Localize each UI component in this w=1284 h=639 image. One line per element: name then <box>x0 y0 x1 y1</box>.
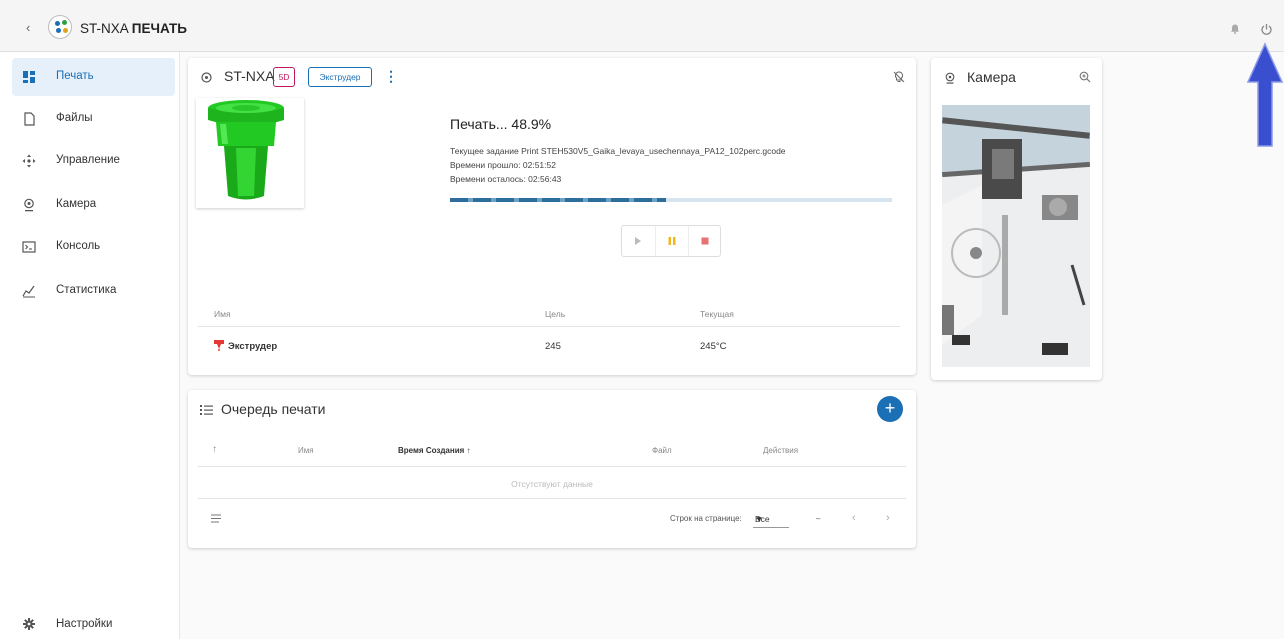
print-progress-bar <box>450 198 892 202</box>
remaining-time: Времени осталось: 02:56:43 <box>450 174 562 184</box>
col-name-header[interactable]: Имя <box>298 446 314 455</box>
heater-target[interactable]: 245 <box>545 341 561 352</box>
annotation-arrow <box>1246 42 1284 147</box>
sidebar-item-label: Файлы <box>56 112 93 124</box>
tag-5d[interactable]: 5D <box>273 67 295 87</box>
rows-per-page-label: Строк на странице: <box>670 514 742 523</box>
zoom-in-icon[interactable] <box>1079 71 1091 83</box>
divider <box>198 466 906 467</box>
empty-state: Отсутствуют данные <box>511 479 593 489</box>
sidebar-item-console[interactable]: Консоль <box>12 228 175 266</box>
col-target-header: Цель <box>545 309 566 319</box>
tag-extruder[interactable]: Экструдер <box>308 67 372 87</box>
stop-button[interactable] <box>688 226 721 256</box>
stop-icon <box>701 237 709 245</box>
app-title: ST-NXA ПЕЧАТЬ <box>80 21 188 36</box>
divider <box>198 498 906 499</box>
col-created-header[interactable]: Время Создания ↑ <box>398 446 471 455</box>
printer-card: ST-NXA 5D Экструдер ⋮ Печать... 48.9% Те… <box>188 58 916 375</box>
col-current-header: Текущая <box>700 309 734 319</box>
bell-icon[interactable] <box>1230 24 1240 34</box>
more-vert-icon[interactable]: ⋮ <box>384 68 398 85</box>
density-icon[interactable] <box>210 514 222 523</box>
print-thumbnail <box>196 98 304 208</box>
webcam-icon <box>24 198 34 212</box>
col-name-header: Имя <box>214 309 231 319</box>
camera-card: Камера <box>931 58 1102 380</box>
sidebar-item-label: Печать <box>56 70 94 82</box>
add-job-button[interactable]: + <box>877 396 903 422</box>
app-logo <box>48 15 72 39</box>
dropdown-arrow-icon: ▼ <box>755 514 764 524</box>
print-queue-card: Очередь печати + ↑ Имя Время Создания ↑ … <box>188 390 916 548</box>
page-range: – <box>816 514 821 523</box>
sidebar-item-camera[interactable]: Камера <box>12 186 175 224</box>
printer-icon <box>201 72 212 83</box>
sidebar: Печать Файлы Управление Камера Консоль С… <box>0 52 180 639</box>
divider <box>198 326 900 327</box>
sidebar-item-stats[interactable]: Статистика <box>12 272 175 310</box>
rows-per-page-select[interactable]: Все ▼ <box>753 510 789 528</box>
lightbulb-off-icon[interactable] <box>893 71 905 83</box>
sidebar-item-files[interactable]: Файлы <box>12 100 175 138</box>
queue-title: Очередь печати <box>221 401 326 417</box>
pause-button[interactable] <box>655 226 688 256</box>
print-controls <box>621 225 721 257</box>
list-icon <box>200 405 213 415</box>
sidebar-item-print[interactable]: Печать <box>12 58 175 96</box>
dashboard-icon <box>23 71 35 83</box>
camera-title: Камера <box>967 69 1016 85</box>
sort-toggle[interactable]: ↑ <box>212 444 217 455</box>
extruder-heater-icon <box>214 340 224 351</box>
print-progress-fill <box>450 198 667 202</box>
heater-name: Экструдер <box>228 341 278 352</box>
back-button[interactable]: ‹ <box>26 20 30 35</box>
resume-button[interactable] <box>622 226 655 256</box>
move-icon <box>22 154 36 168</box>
sidebar-item-label: Камера <box>56 198 97 210</box>
sidebar-item-control[interactable]: Управление <box>12 142 175 180</box>
sidebar-item-label: Управление <box>56 154 120 166</box>
sidebar-item-settings[interactable]: Настройки <box>12 608 175 638</box>
webcam-icon <box>945 72 955 84</box>
current-job: Текущее задание Print STEH530V5_Gaika_le… <box>450 146 786 156</box>
sidebar-item-label: Консоль <box>56 240 101 252</box>
power-icon[interactable] <box>1260 23 1273 36</box>
prev-page-button[interactable]: ‹ <box>852 512 856 524</box>
print-status: Печать... 48.9% <box>450 116 552 132</box>
elapsed-time: Времени прошло: 02:51:52 <box>450 160 556 170</box>
next-page-button[interactable]: › <box>886 512 890 524</box>
col-file-header[interactable]: Файл <box>652 446 672 455</box>
col-actions-header: Действия <box>763 446 799 455</box>
pause-icon <box>668 237 676 245</box>
camera-stream[interactable] <box>942 105 1090 367</box>
console-icon <box>22 241 36 253</box>
gear-icon <box>23 618 35 630</box>
file-icon <box>24 112 35 126</box>
printer-name: ST-NXA <box>224 68 275 84</box>
app-bar: ‹ ST-NXA ПЕЧАТЬ <box>0 0 1284 52</box>
chart-icon <box>22 285 35 298</box>
heater-current: 245°C <box>700 341 727 352</box>
sidebar-item-label: Статистика <box>56 284 117 296</box>
settings-label: Настройки <box>56 618 113 630</box>
play-icon <box>635 237 641 245</box>
